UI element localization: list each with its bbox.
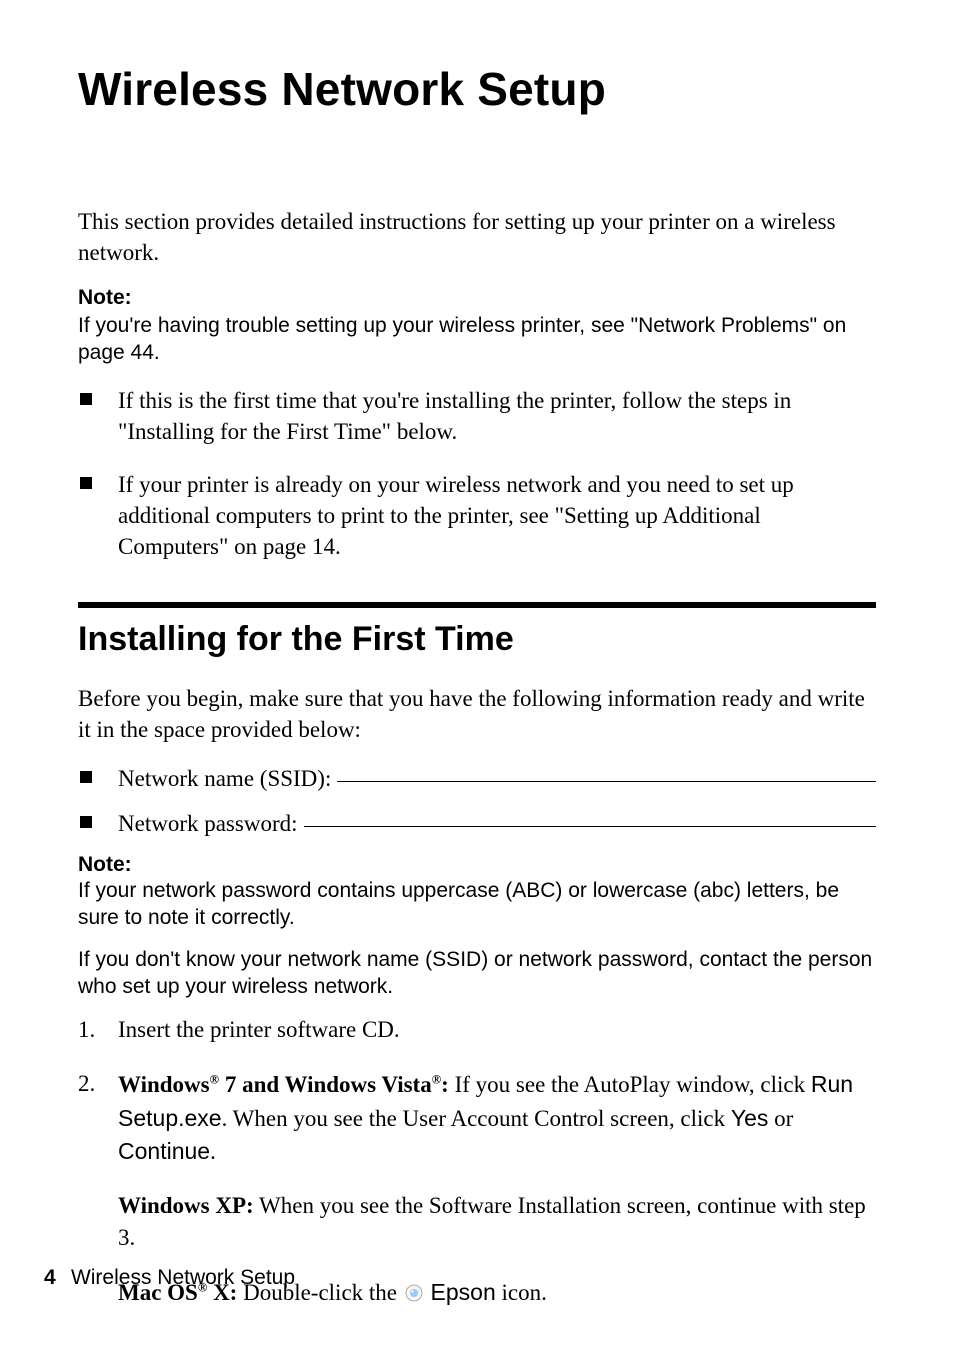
xp-label: Windows XP: — [118, 1193, 254, 1218]
chapter-name: Wireless Network Setup — [71, 1266, 295, 1289]
text: or — [768, 1106, 793, 1131]
win7-label: 7 and Windows Vista — [219, 1072, 432, 1097]
text: . — [210, 1139, 216, 1164]
step-text: Insert the printer software CD. — [118, 1017, 400, 1042]
section-divider — [78, 602, 876, 608]
text: If you see the AutoPlay window, click — [449, 1072, 811, 1097]
before-begin: Before you begin, make sure that you hav… — [78, 683, 876, 745]
info-fields: Network name (SSID): Network password: — [78, 763, 876, 839]
page-number: 4 — [44, 1266, 56, 1289]
text: . When you see the User Account Control … — [222, 1106, 731, 1131]
step-2-xp: Windows XP: When you see the Software In… — [118, 1190, 876, 1254]
intro-bullets: If this is the first time that you're in… — [78, 385, 876, 562]
abc-upper: ABC — [512, 879, 555, 902]
text: ) or lowercase ( — [555, 879, 700, 902]
page-title: Wireless Network Setup — [78, 62, 876, 116]
abc-lower: abc — [700, 879, 734, 902]
note-body: If you don't know your network name (SSI… — [78, 946, 876, 1001]
step-1: Insert the printer software CD. — [78, 1014, 876, 1046]
page-footer: 4 Wireless Network Setup — [44, 1265, 295, 1290]
ssid-field: Network name (SSID): — [78, 763, 876, 794]
win7-label: Windows — [118, 1072, 210, 1097]
password-label: Network password: — [118, 808, 298, 839]
intro-paragraph: This section provides detailed instructi… — [78, 206, 876, 268]
section-heading: Installing for the First Time — [78, 620, 876, 659]
yes-label: Yes — [731, 1105, 769, 1131]
text: If your network password contains upperc… — [78, 879, 512, 902]
text: icon. — [496, 1280, 547, 1305]
note-label: Note: — [78, 853, 876, 877]
password-blank-line — [304, 826, 877, 827]
note-body: If your network password contains upperc… — [78, 877, 876, 932]
note-label: Note: — [78, 286, 876, 310]
list-item: If this is the first time that you're in… — [78, 385, 876, 447]
list-item: If your printer is already on your wirel… — [78, 469, 876, 562]
epson-icon — [405, 1284, 423, 1302]
ssid-label: Network name (SSID): — [118, 763, 331, 794]
continue-label: Continue — [118, 1138, 210, 1164]
epson-label: Epson — [431, 1279, 496, 1305]
note-body: If you're having trouble setting up your… — [78, 312, 876, 367]
page: Wireless Network Setup This section prov… — [0, 0, 954, 1352]
win7-label: : — [441, 1072, 449, 1097]
ssid-blank-line — [337, 781, 876, 782]
password-field: Network password: — [78, 808, 876, 839]
